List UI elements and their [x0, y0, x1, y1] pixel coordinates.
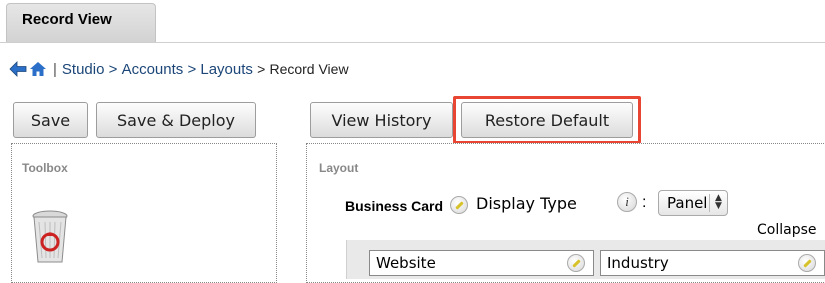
collapse-label: Collapse [757, 222, 817, 238]
field-website[interactable]: Website [369, 250, 594, 276]
field-industry[interactable]: Industry [600, 250, 825, 276]
panel-name-label: Business Card [345, 196, 468, 214]
tab-divider [0, 42, 825, 43]
breadcrumb-current: Record View [269, 61, 349, 77]
breadcrumb-gt: > [257, 61, 266, 77]
info-icon[interactable]: i [617, 192, 637, 212]
save-deploy-button[interactable]: Save & Deploy [96, 102, 256, 138]
breadcrumb-studio[interactable]: Studio [62, 61, 105, 78]
pencil-icon[interactable] [449, 196, 468, 214]
tab-bar: Record View [0, 0, 825, 43]
display-type-colon: : [642, 194, 647, 211]
breadcrumb-gt: > [187, 60, 197, 78]
display-type-value: Panel [667, 194, 708, 212]
save-button[interactable]: Save [13, 102, 88, 138]
pencil-icon[interactable] [567, 254, 585, 272]
breadcrumb-separator: | [53, 60, 57, 78]
display-type-select[interactable]: Panel ▲ ▼ [658, 190, 728, 216]
restore-default-highlight [453, 96, 641, 144]
toolbox-title: Toolbox [22, 161, 68, 175]
recycle-bin-icon[interactable] [30, 208, 70, 264]
pencil-icon[interactable] [798, 254, 816, 272]
field-label: Industry [607, 254, 669, 272]
panel-name: Business Card [345, 198, 444, 214]
back-arrow-icon[interactable] [9, 61, 27, 77]
tab-record-view[interactable]: Record View [6, 3, 156, 43]
display-type-label: Display Type [476, 194, 577, 213]
home-icon[interactable] [29, 61, 47, 77]
select-arrows-icon: ▲ ▼ [709, 194, 727, 212]
field-label: Website [376, 254, 436, 272]
view-history-button[interactable]: View History [310, 102, 453, 138]
breadcrumb-accounts[interactable]: Accounts [122, 61, 184, 78]
layout-title: Layout [319, 161, 359, 175]
breadcrumb: | Studio > Accounts > Layouts > Record V… [9, 59, 349, 79]
breadcrumb-gt: > [108, 60, 118, 78]
breadcrumb-layouts[interactable]: Layouts [200, 61, 253, 78]
